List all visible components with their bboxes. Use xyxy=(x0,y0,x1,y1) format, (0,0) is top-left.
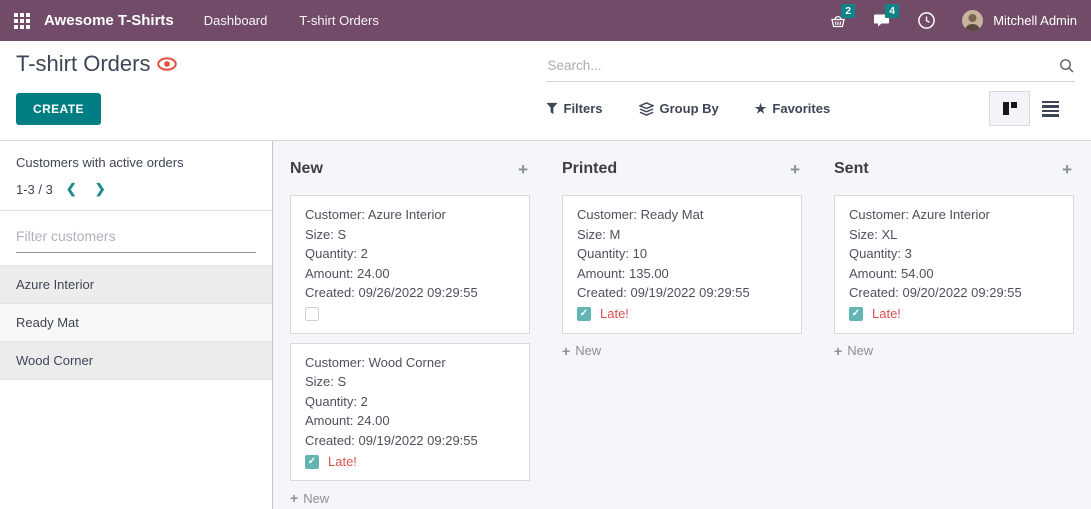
card-customer: Customer: Ready Mat xyxy=(577,205,787,225)
add-column-record-icon[interactable]: + xyxy=(1062,161,1072,178)
search-bar xyxy=(546,52,1076,82)
card-customer: Customer: Wood Corner xyxy=(305,353,515,373)
basket-systray-button[interactable]: 2 xyxy=(829,12,847,30)
group-by-button[interactable]: Group By xyxy=(639,101,719,116)
view-switcher xyxy=(989,91,1071,126)
app-name[interactable]: Awesome T-Shirts xyxy=(44,12,174,29)
card-quantity: Quantity: 2 xyxy=(305,392,515,412)
clock-icon xyxy=(917,11,936,30)
card-quantity: Quantity: 2 xyxy=(305,244,515,264)
card-quantity: Quantity: 3 xyxy=(849,244,1059,264)
list-view-button[interactable] xyxy=(1030,91,1071,126)
debug-eye-icon xyxy=(157,57,177,71)
card-size: Size: M xyxy=(577,225,787,245)
card-created: Created: 09/19/2022 09:29:55 xyxy=(305,431,515,451)
customer-row-azure-interior[interactable]: Azure Interior xyxy=(0,266,272,304)
filter-customers-input[interactable] xyxy=(16,224,256,253)
control-panel: T-shirt Orders CREATE xyxy=(0,41,1091,141)
customer-row-ready-mat[interactable]: Ready Mat xyxy=(0,304,272,342)
card-customer: Customer: Azure Interior xyxy=(849,205,1059,225)
search-icon[interactable] xyxy=(1059,58,1075,74)
page-title: T-shirt Orders xyxy=(16,50,150,78)
menu-item-dashboard[interactable]: Dashboard xyxy=(204,13,268,28)
basket-badge: 2 xyxy=(841,4,855,18)
navbar-systray: 2 4 Mitchell Admi xyxy=(829,10,1077,31)
apps-menu-icon[interactable] xyxy=(14,13,30,29)
list-view-icon xyxy=(1042,101,1059,117)
customers-sidebar: Customers with active orders 1-3 / 3 ❮ ❯… xyxy=(0,141,273,509)
kanban-card[interactable]: Customer: Azure Interior Size: S Quantit… xyxy=(290,195,530,334)
sidebar-pager: 1-3 / 3 ❮ ❯ xyxy=(16,181,256,197)
late-checkbox[interactable] xyxy=(849,307,863,321)
pager-prev-button[interactable]: ❮ xyxy=(61,181,82,197)
add-column-record-icon[interactable]: + xyxy=(518,161,528,178)
kanban-board: New + Customer: Azure Interior Size: S Q… xyxy=(273,141,1091,509)
avatar-image xyxy=(962,10,983,31)
filters-button[interactable]: Filters xyxy=(546,101,603,116)
chat-badge: 4 xyxy=(885,4,899,18)
pager-next-button[interactable]: ❯ xyxy=(90,181,111,197)
kanban-view-icon xyxy=(1003,102,1017,116)
card-amount: Amount: 24.00 xyxy=(305,264,515,284)
kanban-card[interactable]: Customer: Azure Interior Size: XL Quanti… xyxy=(834,195,1074,334)
funnel-icon xyxy=(546,102,558,115)
kanban-card[interactable]: Customer: Ready Mat Size: M Quantity: 10… xyxy=(562,195,802,334)
late-label: Late! xyxy=(600,304,629,324)
column-title: New xyxy=(290,160,323,178)
user-name[interactable]: Mitchell Admin xyxy=(993,13,1077,28)
menu-item-tshirt-orders[interactable]: T-shirt Orders xyxy=(299,13,378,28)
navbar-menu: Dashboard T-shirt Orders xyxy=(204,13,379,28)
card-customer: Customer: Azure Interior xyxy=(305,205,515,225)
card-amount: Amount: 135.00 xyxy=(577,264,787,284)
top-navbar: Awesome T-Shirts Dashboard T-shirt Order… xyxy=(0,0,1091,41)
late-checkbox[interactable] xyxy=(305,455,319,469)
activity-systray-button[interactable] xyxy=(917,11,936,30)
column-title: Printed xyxy=(562,160,617,178)
card-created: Created: 09/19/2022 09:29:55 xyxy=(577,283,787,303)
card-size: Size: S xyxy=(305,372,515,392)
kanban-column-new: New + Customer: Azure Interior Size: S Q… xyxy=(290,160,530,506)
kanban-column-sent: Sent + Customer: Azure Interior Size: XL… xyxy=(834,160,1074,359)
user-avatar[interactable] xyxy=(962,10,983,31)
customer-row-wood-corner[interactable]: Wood Corner xyxy=(0,342,272,380)
quick-add-button[interactable]: + New xyxy=(562,343,802,359)
card-created: Created: 09/26/2022 09:29:55 xyxy=(305,283,515,303)
favorites-button[interactable]: ★ Favorites xyxy=(755,101,830,116)
card-size: Size: XL xyxy=(849,225,1059,245)
kanban-column-printed: Printed + Customer: Ready Mat Size: M Qu… xyxy=(562,160,802,359)
quick-add-button[interactable]: + New xyxy=(834,343,1074,359)
kanban-view-button[interactable] xyxy=(989,91,1030,126)
late-label: Late! xyxy=(872,304,901,324)
kanban-card[interactable]: Customer: Wood Corner Size: S Quantity: … xyxy=(290,343,530,482)
column-title: Sent xyxy=(834,160,869,178)
pager-range: 1-3 / 3 xyxy=(16,182,53,197)
late-checkbox[interactable] xyxy=(577,307,591,321)
layers-icon xyxy=(639,102,654,116)
card-created: Created: 09/20/2022 09:29:55 xyxy=(849,283,1059,303)
add-column-record-icon[interactable]: + xyxy=(790,161,800,178)
card-amount: Amount: 24.00 xyxy=(305,411,515,431)
card-amount: Amount: 54.00 xyxy=(849,264,1059,284)
create-button[interactable]: CREATE xyxy=(16,93,101,125)
quick-add-button[interactable]: + New xyxy=(290,490,530,506)
search-input[interactable] xyxy=(546,52,1060,79)
plus-icon: + xyxy=(290,490,298,506)
plus-icon: + xyxy=(562,343,570,359)
search-options: Filters Group By ★ Favorites xyxy=(546,101,831,116)
sidebar-heading: Customers with active orders xyxy=(16,155,256,170)
customer-list: Azure Interior Ready Mat Wood Corner xyxy=(0,265,272,380)
late-label: Late! xyxy=(328,452,357,472)
late-checkbox[interactable] xyxy=(305,307,319,321)
chat-systray-button[interactable]: 4 xyxy=(873,12,891,29)
card-quantity: Quantity: 10 xyxy=(577,244,787,264)
star-icon: ★ xyxy=(755,102,767,115)
plus-icon: + xyxy=(834,343,842,359)
app-root: Awesome T-Shirts Dashboard T-shirt Order… xyxy=(0,0,1091,509)
card-size: Size: S xyxy=(305,225,515,245)
